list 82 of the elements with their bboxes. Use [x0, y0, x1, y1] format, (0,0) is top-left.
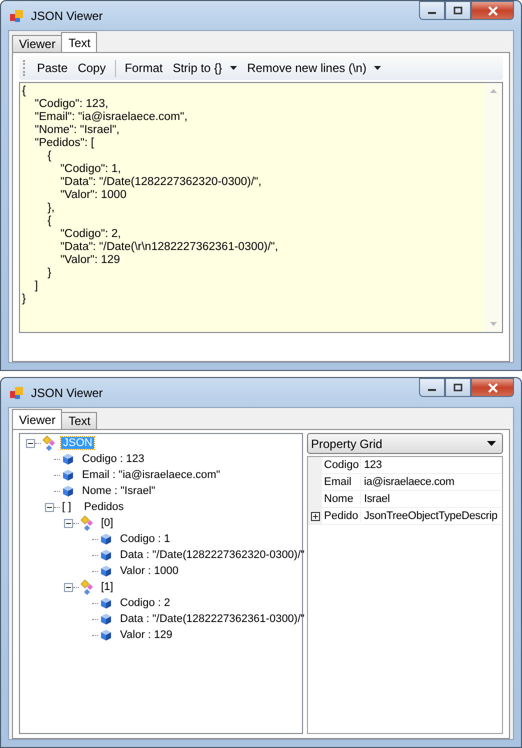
minimize-button[interactable] [419, 1, 445, 20]
close-icon [486, 382, 498, 392]
property-value[interactable]: 123 [361, 459, 382, 471]
code-line: "Data": "/Date(1282227362320-0300)/", [59, 176, 262, 189]
collapse-toggle[interactable] [64, 582, 73, 592]
property-name: Codigo [322, 459, 361, 471]
property-name: Nome [322, 493, 361, 505]
window-title: JSON Viewer [31, 386, 103, 400]
close-icon [486, 6, 498, 16]
toolbar-button[interactable]: Format [120, 59, 167, 77]
tab[interactable]: Text [61, 412, 98, 429]
cube-icon [60, 451, 76, 467]
object-icon [41, 435, 57, 451]
code-line: "Codigo": 123, [34, 98, 110, 111]
object-icon [79, 515, 95, 531]
cube-icon [98, 611, 114, 627]
tree-view[interactable]: JSON Codigo : 123 Email : "ia@israelaece.com" Nome : "Israel" [ ] Pedidos [0] Codigo : 1 Data : "/Date(1282227362320-0300)/" Valor : 1000 [1] Codigo : 2 Data : "/Date(1282227362361-0300)/" Valor : 129 [19, 433, 303, 734]
tree-node[interactable]: Codigo : 123 [80, 453, 146, 465]
text-editor[interactable] [19, 82, 503, 333]
object-icon [79, 579, 95, 595]
cube-icon [60, 483, 76, 499]
property-name: Pedido [322, 510, 361, 522]
tab[interactable]: Viewer [12, 409, 62, 429]
tab[interactable]: Text [61, 32, 98, 52]
code-line: { [46, 150, 52, 163]
close-button[interactable] [471, 378, 514, 397]
code-line: } [46, 267, 52, 280]
cube-icon [98, 531, 114, 547]
maximize-button[interactable] [445, 1, 471, 20]
collapse-toggle[interactable] [45, 502, 54, 512]
collapse-toggle[interactable] [26, 438, 35, 448]
expand-icon[interactable] [310, 512, 320, 520]
toolbar-button[interactable]: Paste [33, 59, 72, 77]
property-value[interactable]: ia@israelaece.com [361, 476, 454, 488]
property-value[interactable]: JsonTreeObjectTypeDescrip [361, 510, 498, 522]
caret-icon [230, 66, 238, 70]
code-line: "Codigo": 2, [59, 228, 122, 241]
maximize-button[interactable] [445, 378, 471, 397]
cube-icon [98, 627, 114, 643]
tree-node[interactable]: Pedidos [82, 501, 126, 513]
tree-node[interactable]: Codigo : 2 [118, 597, 172, 609]
toolbar-dropdown[interactable]: Remove new lines (\n) [243, 59, 386, 77]
code-line: "Data": "/Date(\r\n1282227362361-0300)/", [59, 241, 280, 254]
tree-node[interactable]: Valor : 129 [118, 629, 174, 641]
property-value[interactable]: Israel [361, 493, 390, 505]
tree-node[interactable]: Valor : 1000 [118, 565, 181, 577]
cube-icon [98, 563, 114, 579]
code-line: "Valor": 129 [59, 254, 122, 267]
code-line: "Nome": "Israel", [34, 124, 120, 137]
collapse-toggle[interactable] [64, 518, 73, 528]
code-line: "Pedidos": [ [34, 137, 96, 150]
view-dropdown[interactable]: Property Grid [307, 433, 503, 454]
code-line: }, [46, 202, 56, 215]
close-button[interactable] [471, 1, 514, 20]
cube-icon [98, 547, 114, 563]
window-title: JSON Viewer [31, 8, 103, 22]
caret-icon [487, 441, 496, 446]
app-icon [9, 8, 25, 24]
code-line: ] [34, 280, 39, 293]
array-icon: [ ] [62, 501, 80, 513]
tab[interactable]: Viewer [12, 35, 62, 52]
cube-icon [98, 595, 114, 611]
tree-node[interactable]: Codigo : 1 [118, 533, 172, 545]
caret-icon [374, 66, 382, 70]
code-line: "Codigo": 1, [59, 163, 122, 176]
code-line: "Email": "ia@israelaece.com", [34, 111, 188, 124]
tree-node[interactable]: Email : "ia@israelaece.com" [80, 469, 222, 481]
code-line: { [46, 215, 52, 228]
code-line: { [22, 85, 27, 98]
tree-node[interactable]: [1] [99, 581, 116, 593]
maximize-icon [453, 383, 463, 392]
cube-icon [60, 467, 76, 483]
toolbar-dropdown[interactable]: Strip to {} [168, 59, 242, 77]
minimize-button[interactable] [419, 378, 445, 397]
code-line: } [22, 293, 27, 306]
tree-node[interactable]: [0] [99, 517, 116, 529]
maximize-icon [453, 6, 463, 15]
app-icon [9, 384, 25, 400]
toolbar-button[interactable]: Copy [74, 59, 110, 77]
property-name: Email [322, 476, 361, 488]
tree-node[interactable]: Nome : "Israel" [80, 485, 158, 497]
code-line: "Valor": 1000 [59, 189, 128, 202]
